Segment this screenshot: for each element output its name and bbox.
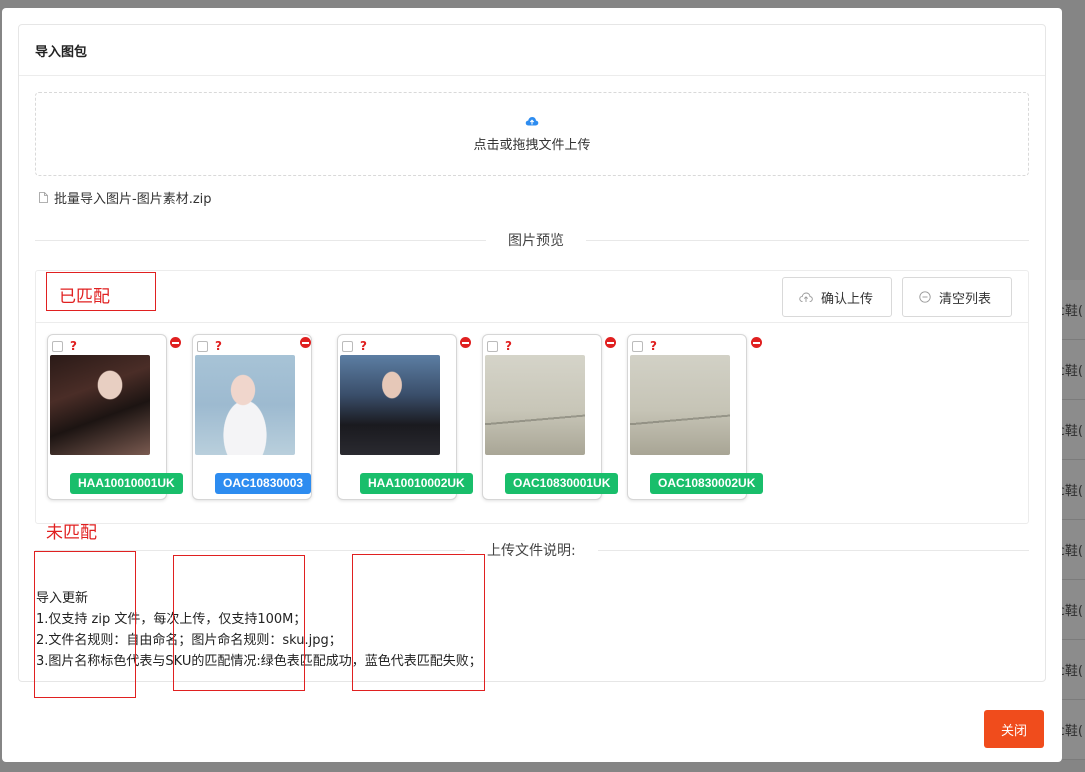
cloud-upload-icon [525,116,539,125]
image-checkbox[interactable] [632,341,643,352]
remove-image-icon[interactable] [751,337,762,348]
image-thumbnail[interactable] [50,355,150,455]
import-image-pack-modal: 导入图包 点击或拖拽文件上传 批量导入图片-图片素材.zip 图片预览 确认上传… [2,8,1062,762]
clear-list-label: 清空列表 [939,291,992,307]
dropzone-text: 点击或拖拽文件上传 [473,137,591,153]
image-thumbnail[interactable] [630,355,730,455]
preview-toolbar: 确认上传 清空列表 [36,271,1028,323]
close-button[interactable]: 关闭 [984,710,1044,748]
remove-image-icon[interactable] [460,337,471,348]
remove-image-icon[interactable] [605,337,616,348]
question-mark-icon: ? [650,339,657,353]
question-mark-icon: ? [360,339,367,353]
confirm-upload-button[interactable]: 确认上传 [782,277,892,317]
image-thumbnail[interactable] [195,355,295,455]
sku-tag: OAC10830003 [215,473,312,494]
minus-circle-icon [919,291,931,303]
question-mark-icon: ? [505,339,512,353]
image-card: ? OAC10830003 [192,334,312,500]
sku-tag: OAC10830001UK [505,473,619,494]
annotation-label-unmatched: 未匹配 [46,523,97,543]
image-checkbox[interactable] [197,341,208,352]
image-card: ? HAA10010002UK [337,334,473,500]
preview-divider: 图片预览 [35,230,1029,250]
annotation-label-matched: 已匹配 [59,287,110,307]
uploaded-file-item[interactable]: 批量导入图片-图片素材.zip [39,188,212,207]
remove-image-icon[interactable] [300,337,311,348]
question-mark-icon: ? [70,339,77,353]
image-card: ? OAC10830002UK [627,334,764,500]
sku-tag: HAA10010001UK [70,473,183,494]
file-icon [39,192,48,203]
uploaded-file-name: 批量导入图片-图片素材.zip [54,192,212,207]
annotation-box [352,554,485,691]
image-preview-box: 确认上传 清空列表 ? HAA10010001UK ? OAC10830003 … [35,270,1029,524]
sku-tag: OAC10830002UK [650,473,764,494]
image-thumbnail[interactable] [340,355,440,455]
sku-tag: HAA10010002UK [360,473,473,494]
annotation-box [34,551,136,698]
cloud-upload-icon [799,292,813,302]
modal-title: 导入图包 [19,25,1045,76]
image-checkbox[interactable] [52,341,63,352]
preview-divider-label: 图片预览 [508,233,564,249]
upload-dropzone[interactable]: 点击或拖拽文件上传 [35,92,1029,176]
image-card: ? HAA10010001UK [47,334,183,500]
image-card: ? OAC10830001UK [482,334,619,500]
remove-image-icon[interactable] [170,337,181,348]
annotation-box [173,555,305,691]
clear-list-button[interactable]: 清空列表 [902,277,1012,317]
confirm-upload-label: 确认上传 [821,291,874,307]
image-checkbox[interactable] [342,341,353,352]
image-checkbox[interactable] [487,341,498,352]
question-mark-icon: ? [215,339,222,353]
image-thumbnail[interactable] [485,355,585,455]
